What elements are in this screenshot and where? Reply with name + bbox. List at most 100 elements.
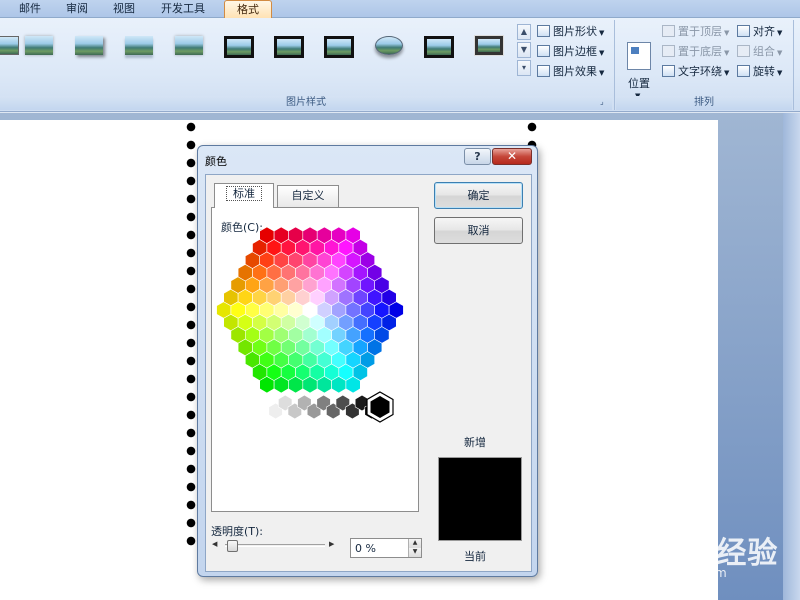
picture-style-option[interactable] <box>120 30 158 62</box>
chevron-down-icon: ▼ <box>777 49 783 57</box>
chevron-down-icon: ▼ <box>724 29 730 37</box>
transparency-field[interactable]: 0 % ▲ ▼ <box>350 538 422 558</box>
picture-styles-group-label: 图片样式 <box>0 96 612 110</box>
picture-border-label: 图片边框 <box>553 45 597 58</box>
cancel-button[interactable]: 取消 <box>434 217 523 244</box>
tab-view[interactable]: 视图 <box>104 0 144 18</box>
text-wrap-icon <box>662 65 675 77</box>
slider-track[interactable] <box>225 544 325 547</box>
tab-developer[interactable]: 开发工具 <box>152 0 214 18</box>
picture-style-option[interactable] <box>170 30 208 62</box>
picture-thumbnail <box>175 36 203 55</box>
transparency-value[interactable]: 0 % <box>355 542 376 555</box>
help-button[interactable]: ? <box>464 148 491 165</box>
new-color-label: 新增 <box>464 436 486 449</box>
slider-right-arrow-icon[interactable]: ▶ <box>329 540 334 548</box>
picture-border-dotted-left <box>186 118 196 548</box>
text-wrap-label: 文字环绕 <box>678 65 722 78</box>
picture-thumbnail <box>0 36 19 55</box>
picture-thumbnail <box>375 36 403 55</box>
picture-shape-icon <box>537 25 550 37</box>
picture-style-option[interactable] <box>420 30 458 62</box>
slider-left-arrow-icon[interactable]: ◀ <box>212 540 217 548</box>
spin-up-icon[interactable]: ▲ <box>408 539 421 548</box>
position-icon <box>627 42 651 70</box>
group-button[interactable]: 组合 ▼ <box>737 43 782 61</box>
picture-style-option[interactable] <box>220 30 258 62</box>
bring-to-front-label: 置于顶层 <box>678 25 722 38</box>
send-to-back-button[interactable]: 置于底层 ▼ <box>662 43 729 61</box>
dialog-launcher-icon[interactable]: ⌟ <box>600 97 604 106</box>
tab-standard[interactable]: 标准 <box>214 183 274 208</box>
chevron-down-icon: ▼ <box>724 49 730 57</box>
align-button[interactable]: 对齐 ▼ <box>737 23 782 41</box>
transparency-slider[interactable]: ◀ ▶ <box>211 538 337 553</box>
rotate-icon <box>737 65 750 77</box>
picture-thumbnail <box>125 36 153 55</box>
tab-standard-label: 标准 <box>226 186 262 201</box>
tab-custom[interactable]: 自定义 <box>277 185 339 207</box>
tab-review[interactable]: 审阅 <box>58 0 96 18</box>
rotate-label: 旋转 <box>753 65 775 78</box>
align-icon <box>737 25 750 37</box>
group-divider <box>614 20 615 110</box>
chevron-down-icon: ▼ <box>599 29 605 37</box>
ribbon: ▲ ▼ ▾ 图片形状▼ 图片边框▼ 图片效果▼ 图片样式 ⌟ 位置 ▼ 置于顶层… <box>0 18 800 112</box>
align-label: 对齐 <box>753 25 775 38</box>
picture-thumbnail <box>75 36 103 55</box>
position-label: 位置 <box>628 77 650 90</box>
group-icon <box>737 45 750 57</box>
gallery-more-button[interactable]: ▾ <box>517 60 531 76</box>
hexagon-color-palette[interactable] <box>212 208 418 511</box>
picture-thumbnail <box>224 36 254 58</box>
send-to-back-icon <box>662 45 675 57</box>
close-button[interactable]: ✕ <box>492 148 532 165</box>
rotate-button[interactable]: 旋转 ▼ <box>737 63 782 81</box>
picture-style-option[interactable] <box>20 30 58 62</box>
chevron-down-icon: ▼ <box>777 69 783 77</box>
picture-border-button[interactable]: 图片边框 ▼ <box>537 43 604 61</box>
spin-down-icon[interactable]: ▼ <box>408 548 421 557</box>
send-to-back-label: 置于底层 <box>678 45 722 58</box>
text-wrap-button[interactable]: 文字环绕 ▼ <box>662 63 729 81</box>
slider-thumb[interactable] <box>227 540 238 552</box>
picture-effects-label: 图片效果 <box>553 65 597 78</box>
workspace-edge <box>783 113 800 600</box>
watermark-url: jingyan.baidu.com <box>616 566 727 580</box>
picture-thumbnail <box>324 36 354 58</box>
group-label: 组合 <box>753 45 775 58</box>
ribbon-tab-bar: 邮件 审阅 视图 开发工具 格式 <box>0 0 800 18</box>
picture-style-option[interactable] <box>70 30 108 62</box>
picture-thumbnail <box>274 36 304 58</box>
gallery-scroll-down-button[interactable]: ▼ <box>517 42 531 58</box>
group-divider <box>793 20 794 110</box>
color-preview <box>438 457 522 541</box>
chevron-down-icon: ▼ <box>777 29 783 37</box>
current-color-label: 当前 <box>464 550 486 563</box>
picture-effects-icon <box>537 65 550 77</box>
bring-to-front-button[interactable]: 置于顶层 ▼ <box>662 23 729 41</box>
chevron-down-icon: ▼ <box>724 69 730 77</box>
chevron-down-icon: ▼ <box>599 49 605 57</box>
standard-tab-panel: 颜色(C): <box>211 207 419 512</box>
picture-border-icon <box>537 45 550 57</box>
dialog-body: 标准 自定义 颜色(C): 确定 取消 新增 当前 透明度(T): ◀ ▶ 0 … <box>205 174 532 572</box>
bring-to-front-icon <box>662 25 675 37</box>
color-dialog: 颜色 ? ✕ 标准 自定义 颜色(C): 确定 取消 新增 当前 透明度(T):… <box>197 145 538 577</box>
picture-shape-button[interactable]: 图片形状 ▼ <box>537 23 604 41</box>
picture-style-option[interactable] <box>320 30 358 62</box>
transparency-label: 透明度(T): <box>211 525 264 538</box>
gallery-scroll-up-button[interactable]: ▲ <box>517 24 531 40</box>
picture-style-option[interactable] <box>370 30 408 62</box>
tab-mail[interactable]: 邮件 <box>10 0 50 18</box>
picture-thumbnail <box>474 35 504 56</box>
picture-shape-label: 图片形状 <box>553 25 597 38</box>
picture-style-option[interactable] <box>270 30 308 62</box>
chevron-down-icon: ▼ <box>599 69 605 77</box>
ok-button[interactable]: 确定 <box>434 182 523 209</box>
tab-custom-label: 自定义 <box>291 189 325 202</box>
picture-style-option[interactable] <box>470 30 508 62</box>
tab-format[interactable]: 格式 <box>224 0 272 18</box>
picture-effects-button[interactable]: 图片效果 ▼ <box>537 63 604 81</box>
picture-thumbnail <box>424 36 454 58</box>
